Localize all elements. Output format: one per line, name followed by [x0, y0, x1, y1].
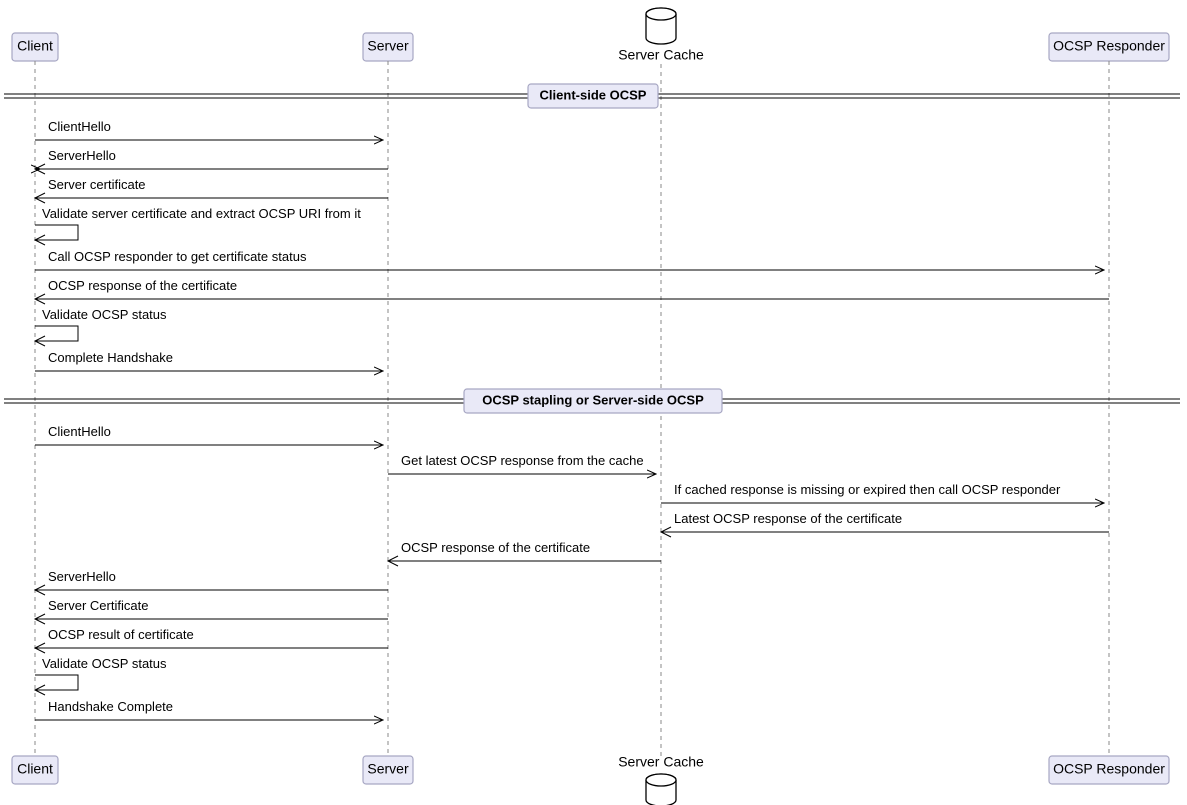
message-ocsp-result: OCSP result of certificate [35, 627, 388, 653]
message-server-certificate-2: Server Certificate [35, 598, 388, 624]
message-label: OCSP result of certificate [48, 627, 194, 642]
message-ocsp-response-1: OCSP response of the certificate [35, 278, 1109, 304]
message-get-from-cache: Get latest OCSP response from the cache [388, 453, 656, 474]
message-handshake-complete: Handshake Complete [35, 699, 383, 720]
participant-cache-top: Server Cache [618, 8, 704, 63]
message-label: ServerHello [48, 569, 116, 584]
message-label: Call OCSP responder to get certificate s… [48, 249, 307, 264]
participant-responder-top: OCSP Responder [1049, 33, 1169, 61]
divider-label-2: OCSP stapling or Server-side OCSP [482, 392, 704, 407]
message-label: ClientHello [48, 119, 111, 134]
message-label: OCSP response of the certificate [401, 540, 590, 555]
message-client-hello-1: ClientHello [35, 119, 383, 140]
message-label: If cached response is missing or expired… [674, 482, 1061, 497]
message-label: Latest OCSP response of the certificate [674, 511, 902, 526]
message-validate-ocsp-2: Validate OCSP status [35, 656, 167, 695]
message-label: OCSP response of the certificate [48, 278, 237, 293]
message-server-hello-1: ServerHello [40, 148, 388, 169]
participant-cache-label-bottom: Server Cache [618, 754, 704, 770]
participant-client-top: Client [12, 33, 58, 61]
message-label: ClientHello [48, 424, 111, 439]
message-server-hello-2: ServerHello [35, 569, 388, 595]
message-label: ServerHello [48, 148, 116, 163]
participant-responder-bottom: OCSP Responder [1049, 756, 1169, 784]
divider-client-side-ocsp: Client-side OCSP [4, 84, 1180, 108]
message-latest-ocsp-response: Latest OCSP response of the certificate [661, 511, 1109, 537]
participant-server-top: Server [363, 33, 413, 61]
message-ocsp-response-2: OCSP response of the certificate [388, 540, 661, 566]
message-label: Server certificate [48, 177, 146, 192]
sequence-diagram: Server Cache Client Server OCSP Responde… [0, 0, 1187, 805]
message-client-hello-2: ClientHello [35, 424, 383, 445]
message-label: Complete Handshake [48, 350, 173, 365]
message-validate-extract: Validate server certificate and extract … [35, 206, 361, 245]
participant-client-label-top: Client [17, 38, 53, 54]
participant-cache-label-top: Server Cache [618, 47, 704, 63]
participant-client-label-bottom: Client [17, 761, 53, 777]
participant-responder-label-bottom: OCSP Responder [1053, 761, 1165, 777]
message-label: Handshake Complete [48, 699, 173, 714]
participant-client-bottom: Client [12, 756, 58, 784]
message-label: Server Certificate [48, 598, 148, 613]
message-server-hello-1-line [35, 164, 388, 174]
participant-cache-bottom: Server Cache [618, 754, 704, 805]
message-server-certificate: Server certificate [35, 177, 388, 203]
message-complete-handshake: Complete Handshake [35, 350, 383, 371]
message-label: Validate server certificate and extract … [42, 206, 361, 221]
message-label: Validate OCSP status [42, 656, 167, 671]
participant-server-label-bottom: Server [367, 761, 409, 777]
divider-label-1: Client-side OCSP [540, 87, 647, 102]
participant-server-label-top: Server [367, 38, 409, 54]
participant-responder-label-top: OCSP Responder [1053, 38, 1165, 54]
message-label: Get latest OCSP response from the cache [401, 453, 644, 468]
message-call-ocsp: Call OCSP responder to get certificate s… [35, 249, 1104, 270]
message-cache-miss-call: If cached response is missing or expired… [661, 482, 1104, 503]
message-label: Validate OCSP status [42, 307, 167, 322]
message-validate-ocsp-1: Validate OCSP status [35, 307, 167, 346]
divider-ocsp-stapling: OCSP stapling or Server-side OCSP [4, 389, 1180, 413]
participant-server-bottom: Server [363, 756, 413, 784]
